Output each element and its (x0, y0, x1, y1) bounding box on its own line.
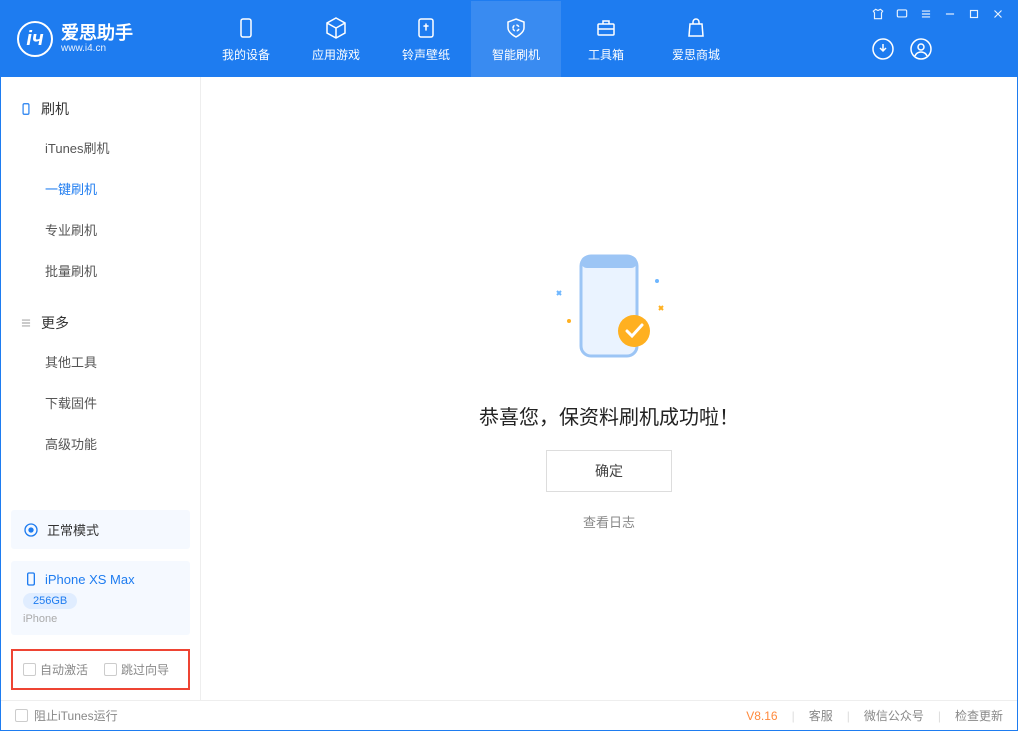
options-row: 自动激活 跳过向导 (11, 649, 190, 690)
toolbox-icon (594, 16, 618, 40)
nav-smart-flash[interactable]: 智能刷机 (471, 1, 561, 77)
view-log-link[interactable]: 查看日志 (583, 512, 635, 531)
checkbox-label: 跳过向导 (121, 661, 169, 678)
sidebar-item-other-tools[interactable]: 其他工具 (45, 341, 200, 382)
nav-label: 爱思商城 (672, 46, 720, 63)
footer-wechat[interactable]: 微信公众号 (864, 707, 924, 724)
phone-icon (23, 571, 39, 587)
nav-store[interactable]: 爱思商城 (651, 1, 741, 77)
nav-label: 铃声壁纸 (402, 46, 450, 63)
device-mode-box[interactable]: 正常模式 (11, 510, 190, 549)
nav-label: 工具箱 (588, 46, 624, 63)
nav-label: 我的设备 (222, 46, 270, 63)
music-icon (414, 16, 438, 40)
nav-apps-games[interactable]: 应用游戏 (291, 1, 381, 77)
sidebar-item-itunes-flash[interactable]: iTunes刷机 (45, 127, 200, 168)
checkbox-icon (15, 709, 28, 722)
bag-icon (684, 16, 708, 40)
checkbox-skip-guide[interactable]: 跳过向导 (104, 661, 169, 678)
user-icon[interactable] (909, 37, 933, 61)
main-content: 恭喜您，保资料刷机成功啦！ 确定 查看日志 (201, 77, 1017, 700)
sidebar-item-download-firmware[interactable]: 下载固件 (45, 382, 200, 423)
nav-ringtone-wallpaper[interactable]: 铃声壁纸 (381, 1, 471, 77)
window-controls (871, 7, 1005, 21)
checkbox-block-itunes[interactable]: 阻止iTunes运行 (15, 707, 118, 724)
cube-icon (324, 16, 348, 40)
sidebar-item-batch-flash[interactable]: 批量刷机 (45, 250, 200, 291)
menu-icon[interactable] (919, 7, 933, 21)
device-type: iPhone (23, 613, 178, 625)
mode-icon (23, 522, 39, 538)
sidebar-section-more: 更多 (1, 305, 200, 341)
version-label: V8.16 (746, 709, 777, 723)
refresh-shield-icon (504, 16, 528, 40)
logo-area: iч 爱思助手 www.i4.cn (1, 21, 201, 57)
sidebar-item-oneclick-flash[interactable]: 一键刷机 (45, 168, 200, 209)
nav-label: 应用游戏 (312, 46, 360, 63)
device-mode-label: 正常模式 (47, 520, 99, 539)
top-nav: 我的设备 应用游戏 铃声壁纸 智能刷机 工具箱 爱思商城 (201, 1, 741, 77)
close-icon[interactable] (991, 7, 1005, 21)
success-message: 恭喜您，保资料刷机成功啦！ (479, 401, 739, 430)
nav-label: 智能刷机 (492, 46, 540, 63)
section-title: 更多 (41, 313, 69, 333)
device-icon (234, 16, 258, 40)
app-header: iч 爱思助手 www.i4.cn 我的设备 应用游戏 铃声壁纸 智能刷机 工具… (1, 1, 1017, 77)
feedback-icon[interactable] (895, 7, 909, 21)
device-info-box[interactable]: iPhone XS Max 256GB iPhone (11, 561, 190, 635)
checkbox-label: 自动激活 (40, 661, 88, 678)
minimize-icon[interactable] (943, 7, 957, 21)
download-icon[interactable] (871, 37, 895, 61)
footer: 阻止iTunes运行 V8.16 | 客服 | 微信公众号 | 检查更新 (1, 700, 1017, 730)
ok-button[interactable]: 确定 (546, 450, 672, 492)
checkbox-label: 阻止iTunes运行 (34, 707, 118, 724)
checkbox-icon (104, 663, 117, 676)
list-icon (19, 316, 33, 330)
footer-check-update[interactable]: 检查更新 (955, 707, 1003, 724)
sidebar-item-advanced[interactable]: 高级功能 (45, 423, 200, 464)
sidebar-section-flash: 刷机 (1, 91, 200, 127)
nav-toolbox[interactable]: 工具箱 (561, 1, 651, 77)
sidebar: 刷机 iTunes刷机 一键刷机 专业刷机 批量刷机 更多 其他工具 下载固件 … (1, 77, 201, 700)
checkbox-auto-activate[interactable]: 自动激活 (23, 661, 88, 678)
phone-icon (19, 102, 33, 116)
logo-icon: iч (17, 21, 53, 57)
section-title: 刷机 (41, 99, 69, 119)
app-title: 爱思助手 (61, 24, 133, 44)
maximize-icon[interactable] (967, 7, 981, 21)
success-illustration (539, 246, 679, 381)
nav-my-device[interactable]: 我的设备 (201, 1, 291, 77)
footer-service[interactable]: 客服 (809, 707, 833, 724)
skin-icon[interactable] (871, 7, 885, 21)
device-capacity: 256GB (23, 593, 77, 609)
device-name-label: iPhone XS Max (45, 572, 135, 587)
checkbox-icon (23, 663, 36, 676)
sidebar-item-pro-flash[interactable]: 专业刷机 (45, 209, 200, 250)
app-subtitle: www.i4.cn (61, 43, 133, 54)
